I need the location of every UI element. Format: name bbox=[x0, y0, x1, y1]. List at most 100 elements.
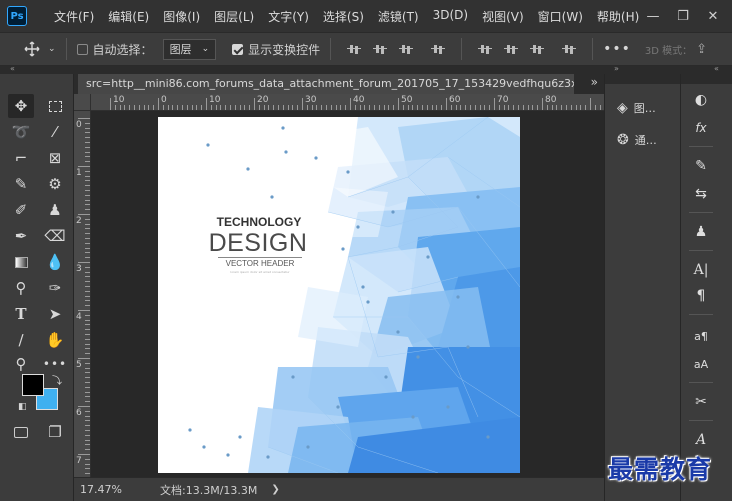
align-top-icon[interactable] bbox=[478, 43, 493, 55]
layers-panel-button[interactable]: ◈ 图… bbox=[605, 92, 680, 124]
healing-tool-icon[interactable]: ⚙ bbox=[42, 172, 68, 196]
foreground-color-swatch[interactable] bbox=[22, 374, 44, 396]
ruler-label: 20 bbox=[257, 95, 269, 105]
ruler-tick bbox=[268, 105, 270, 110]
history-brush-icon[interactable]: ✒ bbox=[8, 224, 34, 248]
tools-presets-icon[interactable]: ✂ bbox=[681, 390, 721, 414]
menu-view[interactable]: 视图(V) bbox=[475, 8, 531, 25]
dodge-tool-icon[interactable]: ⚲ bbox=[8, 276, 34, 300]
checkbox-box-checked[interactable] bbox=[232, 43, 244, 55]
chevron-right-icon[interactable]: ❯ bbox=[271, 484, 279, 495]
screen-mode-icon[interactable]: ❐ bbox=[42, 420, 68, 444]
swap-colors-icon[interactable]: ⤵ bbox=[52, 372, 62, 387]
document-tab[interactable]: src=http__mini86.com_forums_data_attachm… bbox=[78, 74, 574, 94]
lasso-tool-icon[interactable]: ➰ bbox=[8, 120, 34, 144]
menu-window[interactable]: 窗口(W) bbox=[531, 8, 590, 25]
close-button[interactable]: ✕ bbox=[698, 9, 728, 24]
zoom-level[interactable]: 17.47% bbox=[80, 483, 150, 496]
more-options-icon[interactable]: ••• bbox=[603, 41, 631, 57]
ruler-tick bbox=[85, 415, 90, 417]
magic-wand-icon[interactable]: ⁄ bbox=[42, 120, 68, 144]
adjustments-icon[interactable]: ◐ bbox=[681, 88, 721, 112]
distribute-icon[interactable] bbox=[431, 43, 446, 55]
align-bottom-icon[interactable] bbox=[530, 43, 545, 55]
default-colors-icon[interactable]: ◧ bbox=[18, 402, 27, 412]
blur-tool-icon[interactable]: 💧 bbox=[42, 250, 68, 274]
paragraph-styles-icon[interactable]: a¶ bbox=[681, 324, 721, 348]
auto-select-checkbox[interactable]: 自动选择： bbox=[76, 41, 153, 58]
hand-tool-icon[interactable]: ✋ bbox=[42, 328, 68, 352]
collapse-mid-icon[interactable]: » bbox=[614, 64, 619, 73]
ruler-tick bbox=[354, 105, 356, 110]
menu-file[interactable]: 文件(F) bbox=[47, 8, 101, 25]
ruler-tick bbox=[369, 105, 371, 110]
ruler-tick bbox=[153, 105, 155, 110]
share-icon[interactable]: ⇪ bbox=[696, 42, 707, 57]
double-chevron-right-icon[interactable]: » bbox=[591, 75, 598, 89]
move-tool-icon[interactable]: ✥ bbox=[8, 94, 34, 118]
glyphs-icon[interactable]: A bbox=[681, 428, 721, 452]
ruler-label: 3 bbox=[76, 264, 82, 274]
menu-image[interactable]: 图像(I) bbox=[156, 8, 207, 25]
pen-tool-icon[interactable]: ✑ bbox=[42, 276, 68, 300]
align-left-icon[interactable] bbox=[347, 43, 362, 55]
frame-tool-icon[interactable]: ⊠ bbox=[42, 146, 68, 170]
auto-select-label: 自动选择： bbox=[92, 42, 153, 57]
ruler-tick bbox=[297, 105, 299, 110]
doc-heading-large: DESIGN bbox=[208, 229, 308, 257]
collapse-right-icon[interactable]: « bbox=[714, 64, 719, 73]
zoom-tool-icon[interactable]: ⚲ bbox=[8, 352, 34, 376]
align-middle-icon[interactable] bbox=[504, 43, 519, 55]
brush-settings-icon[interactable]: ✎ bbox=[681, 154, 721, 178]
align-right-icon[interactable] bbox=[399, 43, 414, 55]
tools-panel: ✥ ➰ ⁄ ⌐ ⊠ ✎ ⚙ ✐ ♟ ✒ ⌫ 💧 ⚲ ✑ T ➤ ∕ ✋ ⚲ ••… bbox=[0, 74, 74, 501]
ruler-tick bbox=[330, 105, 332, 110]
eraser-tool-icon[interactable]: ⌫ bbox=[42, 224, 68, 248]
status-bar: 17.47% 文档:13.3M/13.3M ❯ bbox=[74, 477, 604, 501]
minimize-button[interactable]: — bbox=[638, 9, 668, 24]
ruler-origin[interactable] bbox=[74, 94, 91, 111]
ruler-tick bbox=[85, 362, 90, 364]
brush-tool-icon[interactable]: ✐ bbox=[8, 198, 34, 222]
distribute-vertical-icon[interactable] bbox=[562, 43, 577, 55]
character-styles-icon[interactable]: aA bbox=[681, 352, 721, 376]
type-tool-icon[interactable]: T bbox=[8, 302, 34, 326]
ruler-tick bbox=[532, 105, 534, 110]
ruler-tick bbox=[85, 122, 90, 124]
ruler-label: 6 bbox=[76, 408, 82, 418]
menu-edit[interactable]: 编辑(E) bbox=[101, 8, 156, 25]
collapse-left-icon[interactable]: « bbox=[10, 64, 15, 73]
ruler-tick bbox=[85, 473, 90, 475]
crop-tool-icon[interactable]: ⌐ bbox=[8, 146, 34, 170]
properties-icon[interactable]: ⇆ bbox=[681, 182, 721, 206]
path-select-icon[interactable]: ➤ bbox=[42, 302, 68, 326]
checkbox-box[interactable] bbox=[76, 43, 88, 55]
document-canvas[interactable]: TECHNOLOGY DESIGN VECTOR HEADER lorem ip… bbox=[158, 117, 520, 473]
ruler-tick bbox=[393, 105, 395, 110]
move-tool-preset[interactable]: ⌄ bbox=[24, 41, 56, 57]
canvas-workspace[interactable]: TECHNOLOGY DESIGN VECTOR HEADER lorem ip… bbox=[91, 111, 604, 477]
stamp-tool-icon[interactable]: ♟ bbox=[42, 198, 68, 222]
gradient-tool-icon[interactable] bbox=[8, 250, 34, 274]
paragraph-icon[interactable]: ¶ bbox=[681, 284, 721, 308]
menu-type[interactable]: 文字(Y) bbox=[261, 8, 316, 25]
menu-filter[interactable]: 滤镜(T) bbox=[371, 8, 426, 25]
eyedropper-tool-icon[interactable]: ✎ bbox=[8, 172, 34, 196]
align-center-icon[interactable] bbox=[373, 43, 388, 55]
menu-select[interactable]: 选择(S) bbox=[316, 8, 371, 25]
show-transform-checkbox[interactable]: 显示变换控件 bbox=[232, 41, 320, 58]
line-tool-icon[interactable]: ∕ bbox=[8, 328, 34, 352]
window-controls: — ❐ ✕ bbox=[638, 0, 728, 32]
channels-panel-button[interactable]: ❂ 通… bbox=[605, 124, 680, 156]
quick-mask-icon[interactable] bbox=[8, 420, 34, 444]
clone-source-icon[interactable]: ♟ bbox=[681, 220, 721, 244]
fx-styles-icon[interactable]: fx bbox=[681, 116, 721, 140]
character-icon[interactable]: A| bbox=[681, 258, 721, 282]
ruler-tick bbox=[551, 105, 553, 110]
menu-3d[interactable]: 3D(D) bbox=[426, 8, 475, 25]
ruler-tick bbox=[124, 105, 126, 110]
menu-layer[interactable]: 图层(L) bbox=[207, 8, 261, 25]
auto-select-dropdown[interactable]: 图层 ⌄ bbox=[162, 38, 217, 60]
restore-button[interactable]: ❐ bbox=[668, 9, 698, 24]
marquee-tool-icon[interactable] bbox=[42, 94, 68, 118]
